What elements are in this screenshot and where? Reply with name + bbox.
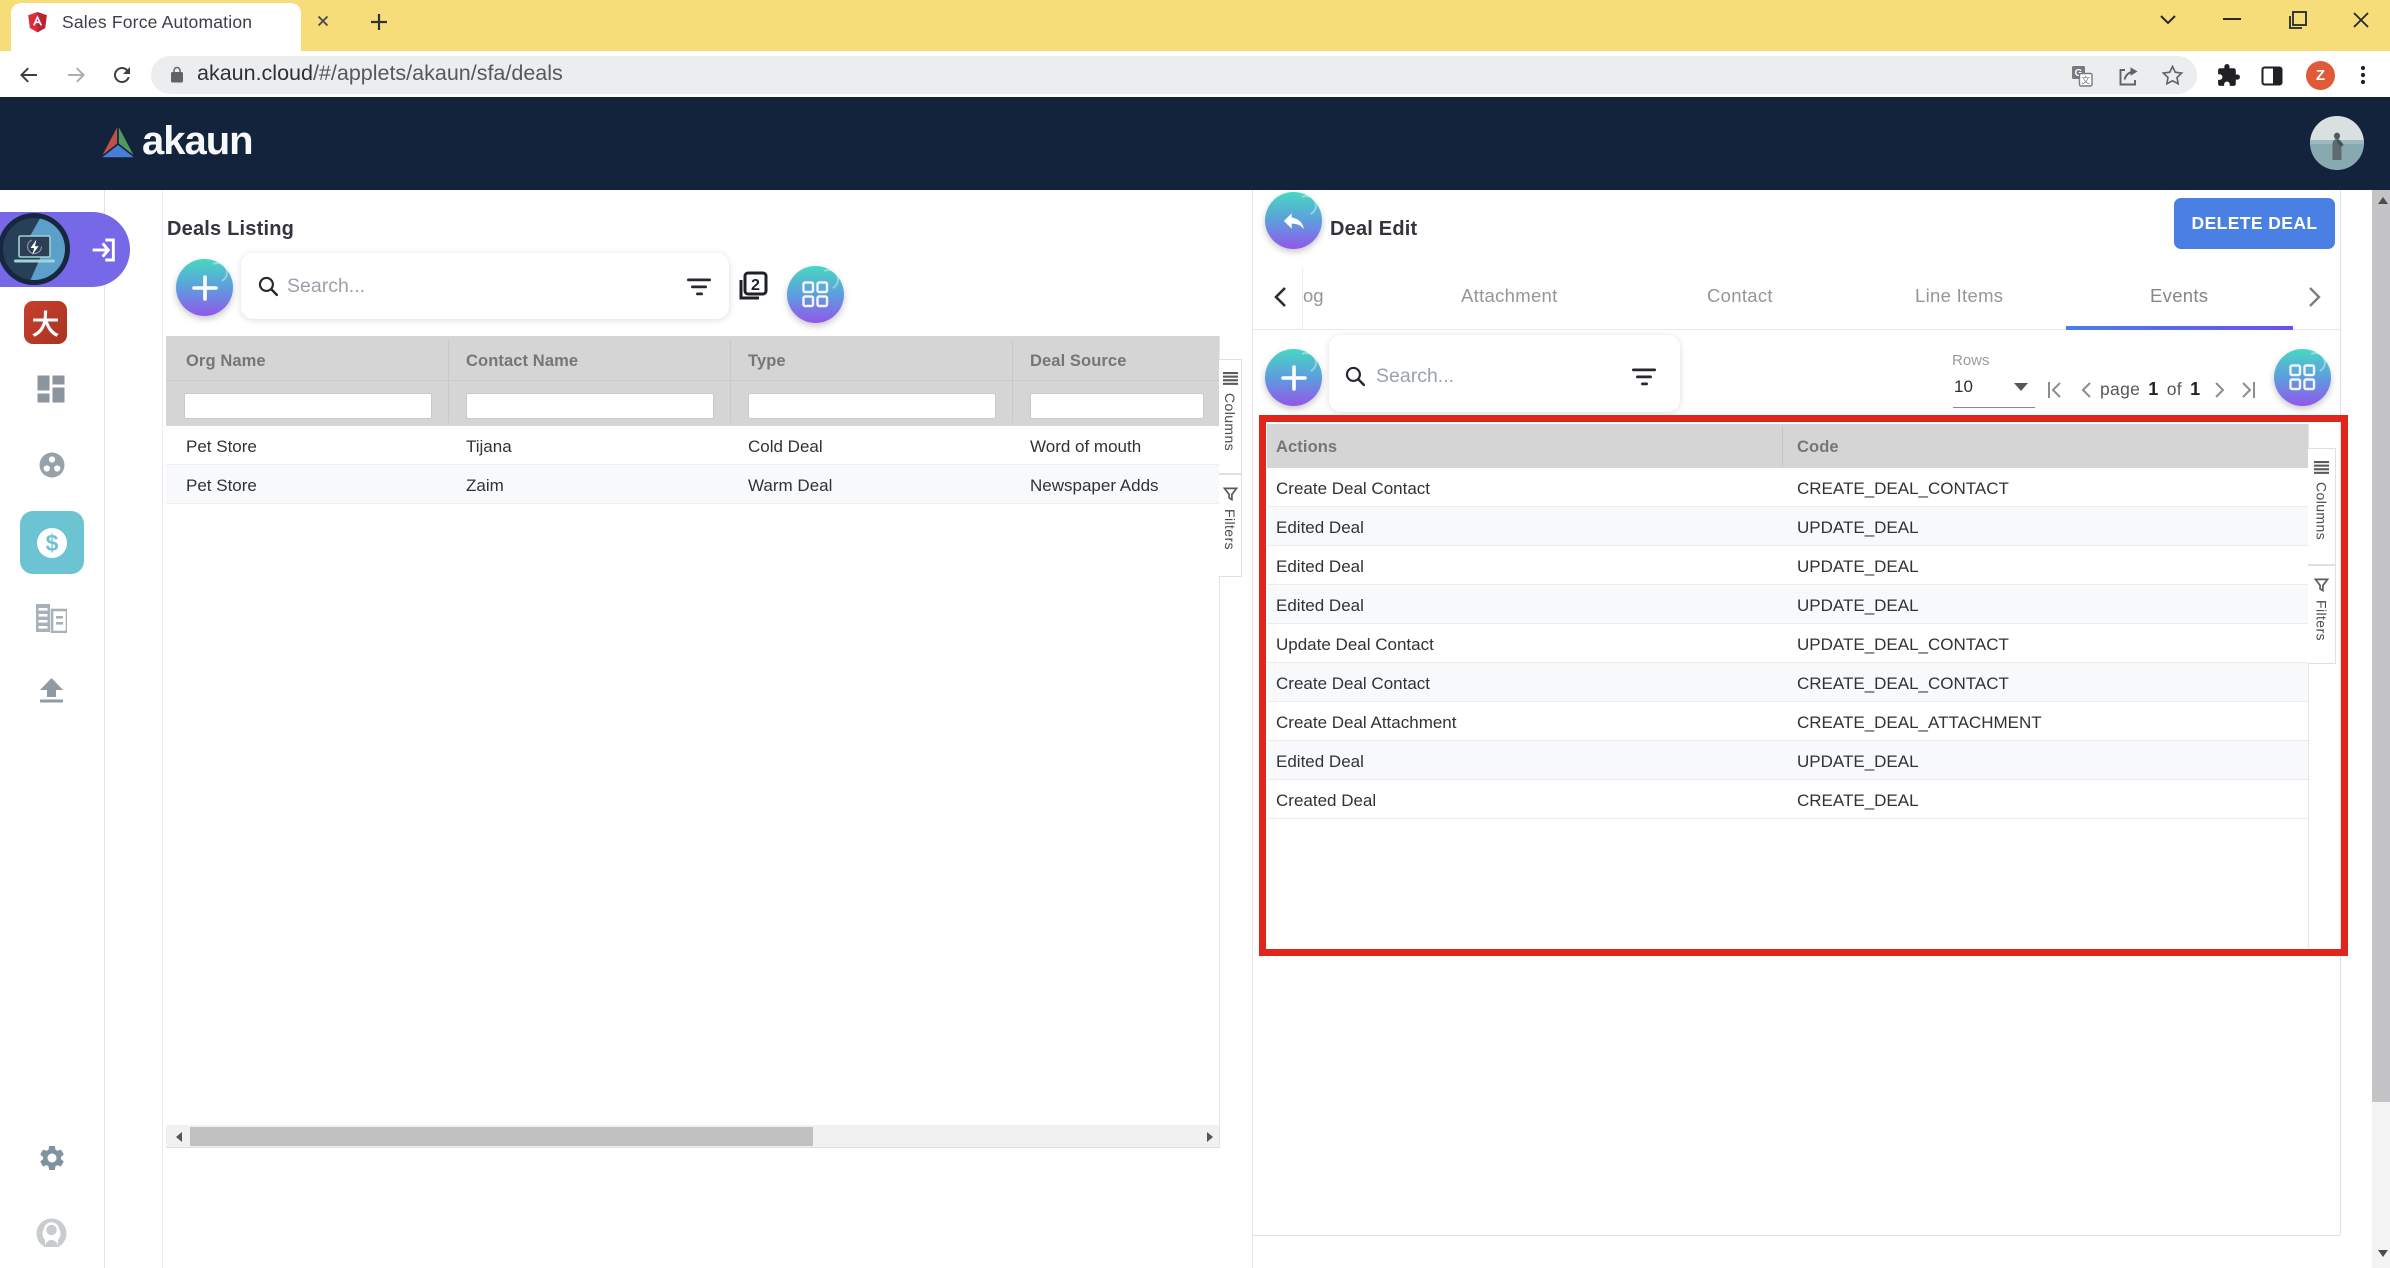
svg-text:$: $: [46, 530, 59, 556]
svg-text:文: 文: [2081, 75, 2090, 86]
svg-text:2: 2: [751, 277, 760, 294]
